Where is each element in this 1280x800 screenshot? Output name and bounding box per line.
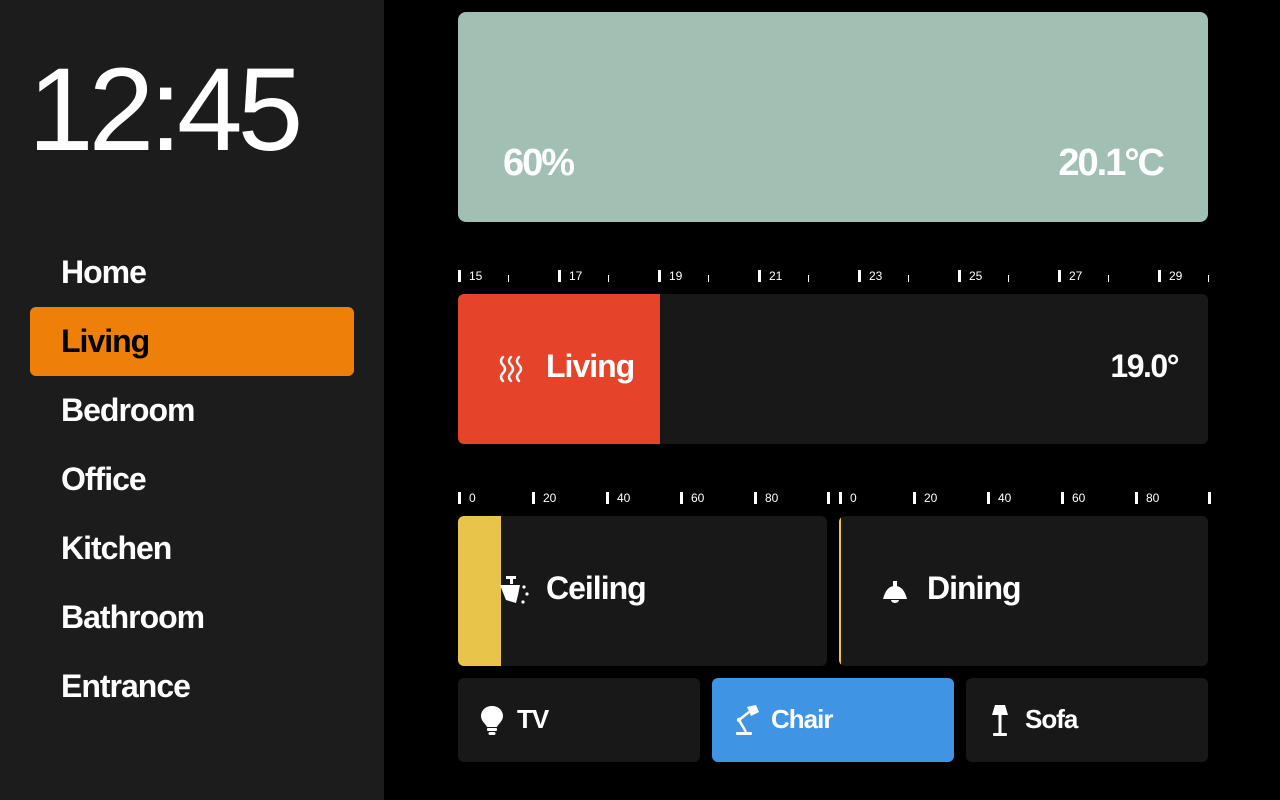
humidity-value: 60% [503, 142, 575, 184]
sidebar: 12:45 Home Living Bedroom Office Kitchen… [0, 0, 384, 800]
scale-label: 20 [543, 491, 557, 505]
nav-item-kitchen[interactable]: Kitchen [30, 514, 354, 583]
scale-label: 21 [769, 269, 783, 283]
scale-label: 15 [469, 269, 483, 283]
scale-label: 27 [1069, 269, 1083, 283]
dimmer-name: Dining [927, 570, 1022, 606]
switch-name: TV [517, 704, 549, 734]
scale-label: 19 [669, 269, 683, 283]
thermostat-slider[interactable]: Living 19.0° [458, 294, 1208, 444]
nav-item-entrance[interactable]: Entrance [30, 652, 354, 721]
desk-lamp-icon [736, 705, 759, 735]
outdoor-temperature: 20.1°C [1058, 142, 1165, 184]
scale-label: 17 [569, 269, 583, 283]
nav-item-office[interactable]: Office [30, 445, 354, 514]
dimmer-ceiling[interactable]: Ceiling [458, 516, 827, 666]
nav-item-bathroom[interactable]: Bathroom [30, 583, 354, 652]
pendant-lamp-icon [883, 581, 907, 603]
nav-item-living[interactable]: Living [30, 307, 354, 376]
scale-label: 60 [691, 491, 705, 505]
nav-item-bedroom[interactable]: Bedroom [30, 376, 354, 445]
clock: 12:45 [28, 44, 303, 176]
scale-label: 60 [1072, 491, 1086, 505]
main-panel: 60% 20.1°C 15 17 19 21 23 25 27 29 Livin… [458, 0, 1211, 800]
brightness-scale-dining: 0 20 40 60 80 [839, 491, 1211, 508]
dimmer-dining[interactable]: Dining [839, 516, 1208, 666]
switch-name: Sofa [1025, 704, 1078, 734]
scale-label: 23 [869, 269, 883, 283]
scale-label: 0 [850, 491, 857, 505]
scale-label: 40 [617, 491, 631, 505]
brightness-level-fill [458, 516, 501, 666]
scale-label: 80 [765, 491, 779, 505]
bulb-icon [481, 706, 503, 735]
dimmer-name: Ceiling [546, 570, 647, 606]
scale-label: 20 [924, 491, 938, 505]
thermostat-name: Living [546, 348, 635, 384]
brightness-scale-ceiling: 0 20 40 60 80 [458, 491, 830, 508]
scale-label: 25 [969, 269, 983, 283]
switch-sofa[interactable]: Sofa [966, 678, 1208, 762]
switch-tv[interactable]: TV [458, 678, 700, 762]
temperature-scale: 15 17 19 21 23 25 27 29 [458, 269, 1210, 286]
scale-label: 80 [1146, 491, 1160, 505]
room-nav: Home Living Bedroom Office Kitchen Bathr… [30, 238, 354, 721]
brightness-level-fill [839, 516, 841, 666]
scale-label: 29 [1169, 269, 1183, 283]
weather-card: 60% 20.1°C [458, 12, 1208, 222]
scale-label: 40 [998, 491, 1012, 505]
ceiling-spotlight-icon [500, 576, 529, 604]
heating-icon [499, 355, 523, 383]
nav-item-home[interactable]: Home [30, 238, 354, 307]
switch-name: Chair [771, 704, 833, 734]
scale-label: 0 [469, 491, 476, 505]
floor-lamp-icon [992, 705, 1008, 736]
switch-chair[interactable]: Chair [712, 678, 954, 762]
thermostat-setpoint: 19.0° [1110, 348, 1179, 384]
